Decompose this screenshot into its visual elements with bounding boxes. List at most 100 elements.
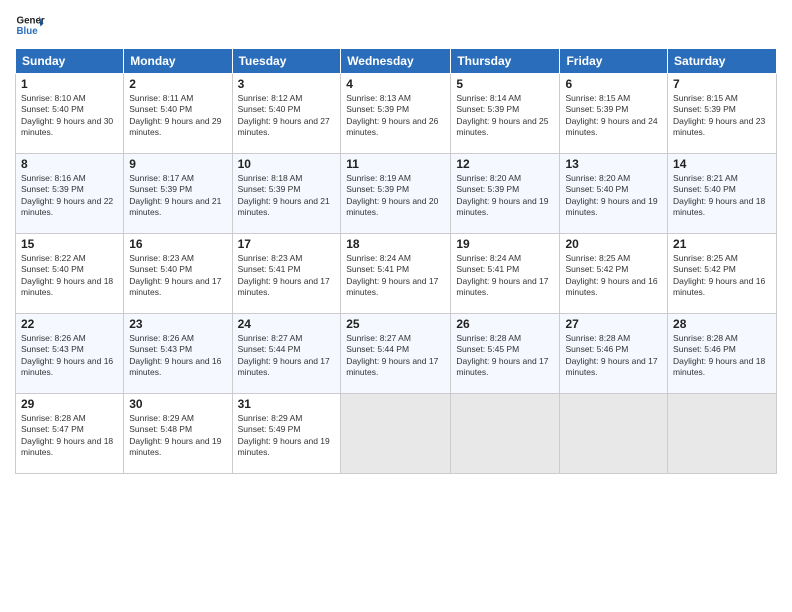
calendar-header-row: SundayMondayTuesdayWednesdayThursdayFrid… — [16, 49, 777, 74]
calendar-day-14: 14 Sunrise: 8:21 AMSunset: 5:40 PMDayligh… — [668, 154, 777, 234]
day-info: Sunrise: 8:10 AMSunset: 5:40 PMDaylight:… — [21, 93, 113, 137]
day-number: 23 — [129, 317, 226, 331]
day-info: Sunrise: 8:25 AMSunset: 5:42 PMDaylight:… — [673, 253, 765, 297]
day-number: 7 — [673, 77, 771, 91]
day-info: Sunrise: 8:20 AMSunset: 5:40 PMDaylight:… — [565, 173, 657, 217]
calendar-day-15: 15 Sunrise: 8:22 AMSunset: 5:40 PMDayligh… — [16, 234, 124, 314]
calendar-day-25: 25Sunrise: 8:27 AMSunset: 5:44 PMDayligh… — [341, 314, 451, 394]
day-number: 26 — [456, 317, 554, 331]
day-number: 31 — [238, 397, 336, 411]
day-number: 28 — [673, 317, 771, 331]
day-number: 2 — [129, 77, 226, 91]
calendar-week-3: 22Sunrise: 8:26 AMSunset: 5:43 PMDayligh… — [16, 314, 777, 394]
calendar-day-27: 27Sunrise: 8:28 AMSunset: 5:46 PMDayligh… — [560, 314, 668, 394]
day-header-thursday: Thursday — [451, 49, 560, 74]
calendar-day-2: 2 Sunrise: 8:11 AMSunset: 5:40 PMDaylight… — [124, 74, 232, 154]
calendar-day-20: 20Sunrise: 8:25 AMSunset: 5:42 PMDayligh… — [560, 234, 668, 314]
calendar-day-19: 19Sunrise: 8:24 AMSunset: 5:41 PMDayligh… — [451, 234, 560, 314]
day-info: Sunrise: 8:29 AMSunset: 5:49 PMDaylight:… — [238, 413, 330, 457]
day-info: Sunrise: 8:21 AMSunset: 5:40 PMDaylight:… — [673, 173, 765, 217]
day-info: Sunrise: 8:14 AMSunset: 5:39 PMDaylight:… — [456, 93, 548, 137]
day-info: Sunrise: 8:28 AMSunset: 5:46 PMDaylight:… — [673, 333, 765, 377]
calendar-day-8: 8 Sunrise: 8:16 AMSunset: 5:39 PMDaylight… — [16, 154, 124, 234]
calendar-day-29: 29 Sunrise: 8:28 AMSunset: 5:47 PMDayligh… — [16, 394, 124, 474]
day-number: 9 — [129, 157, 226, 171]
day-info: Sunrise: 8:19 AMSunset: 5:39 PMDaylight:… — [346, 173, 438, 217]
calendar-day-4: 4 Sunrise: 8:13 AMSunset: 5:39 PMDaylight… — [341, 74, 451, 154]
day-header-friday: Friday — [560, 49, 668, 74]
day-number: 29 — [21, 397, 118, 411]
calendar-day-11: 11 Sunrise: 8:19 AMSunset: 5:39 PMDayligh… — [341, 154, 451, 234]
day-header-saturday: Saturday — [668, 49, 777, 74]
day-number: 30 — [129, 397, 226, 411]
day-info: Sunrise: 8:27 AMSunset: 5:44 PMDaylight:… — [238, 333, 330, 377]
day-info: Sunrise: 8:23 AMSunset: 5:40 PMDaylight:… — [129, 253, 221, 297]
calendar-day-1: 1Sunrise: 8:10 AMSunset: 5:40 PMDaylight… — [16, 74, 124, 154]
day-number: 11 — [346, 157, 445, 171]
day-info: Sunrise: 8:28 AMSunset: 5:45 PMDaylight:… — [456, 333, 548, 377]
calendar-day-9: 9 Sunrise: 8:17 AMSunset: 5:39 PMDaylight… — [124, 154, 232, 234]
calendar-day-13: 13 Sunrise: 8:20 AMSunset: 5:40 PMDayligh… — [560, 154, 668, 234]
day-number: 3 — [238, 77, 336, 91]
day-info: Sunrise: 8:23 AMSunset: 5:41 PMDaylight:… — [238, 253, 330, 297]
day-info: Sunrise: 8:25 AMSunset: 5:42 PMDaylight:… — [565, 253, 657, 297]
day-header-wednesday: Wednesday — [341, 49, 451, 74]
calendar-day-12: 12 Sunrise: 8:20 AMSunset: 5:39 PMDayligh… — [451, 154, 560, 234]
calendar-day-24: 24 Sunrise: 8:27 AMSunset: 5:44 PMDayligh… — [232, 314, 341, 394]
calendar-week-2: 15 Sunrise: 8:22 AMSunset: 5:40 PMDayligh… — [16, 234, 777, 314]
calendar-day-22: 22Sunrise: 8:26 AMSunset: 5:43 PMDayligh… — [16, 314, 124, 394]
day-number: 5 — [456, 77, 554, 91]
day-info: Sunrise: 8:28 AMSunset: 5:46 PMDaylight:… — [565, 333, 657, 377]
calendar-week-4: 29 Sunrise: 8:28 AMSunset: 5:47 PMDayligh… — [16, 394, 777, 474]
day-number: 13 — [565, 157, 662, 171]
day-info: Sunrise: 8:16 AMSunset: 5:39 PMDaylight:… — [21, 173, 113, 217]
day-number: 18 — [346, 237, 445, 251]
calendar-day-10: 10Sunrise: 8:18 AMSunset: 5:39 PMDayligh… — [232, 154, 341, 234]
day-info: Sunrise: 8:15 AMSunset: 5:39 PMDaylight:… — [565, 93, 657, 137]
day-number: 8 — [21, 157, 118, 171]
day-number: 6 — [565, 77, 662, 91]
calendar-day-5: 5 Sunrise: 8:14 AMSunset: 5:39 PMDaylight… — [451, 74, 560, 154]
day-number: 19 — [456, 237, 554, 251]
day-number: 16 — [129, 237, 226, 251]
calendar-day-30: 30 Sunrise: 8:29 AMSunset: 5:48 PMDayligh… — [124, 394, 232, 474]
day-number: 17 — [238, 237, 336, 251]
day-info: Sunrise: 8:28 AMSunset: 5:47 PMDaylight:… — [21, 413, 113, 457]
calendar-body: 1Sunrise: 8:10 AMSunset: 5:40 PMDaylight… — [16, 74, 777, 474]
calendar-day-31: 31 Sunrise: 8:29 AMSunset: 5:49 PMDayligh… — [232, 394, 341, 474]
day-info: Sunrise: 8:24 AMSunset: 5:41 PMDaylight:… — [346, 253, 438, 297]
logo: General Blue — [15, 10, 45, 40]
day-info: Sunrise: 8:11 AMSunset: 5:40 PMDaylight:… — [129, 93, 221, 137]
day-number: 24 — [238, 317, 336, 331]
day-info: Sunrise: 8:20 AMSunset: 5:39 PMDaylight:… — [456, 173, 548, 217]
calendar-day-28: 28 Sunrise: 8:28 AMSunset: 5:46 PMDayligh… — [668, 314, 777, 394]
svg-text:Blue: Blue — [17, 26, 39, 37]
calendar-week-0: 1Sunrise: 8:10 AMSunset: 5:40 PMDaylight… — [16, 74, 777, 154]
day-info: Sunrise: 8:29 AMSunset: 5:48 PMDaylight:… — [129, 413, 221, 457]
day-number: 4 — [346, 77, 445, 91]
day-number: 21 — [673, 237, 771, 251]
day-number: 25 — [346, 317, 445, 331]
calendar-day-7: 7 Sunrise: 8:15 AMSunset: 5:39 PMDaylight… — [668, 74, 777, 154]
calendar-day-18: 18 Sunrise: 8:24 AMSunset: 5:41 PMDayligh… — [341, 234, 451, 314]
calendar-table: SundayMondayTuesdayWednesdayThursdayFrid… — [15, 48, 777, 474]
page-container: General Blue SundayMondayTuesdayWednesda… — [0, 0, 792, 612]
calendar-day-empty — [560, 394, 668, 474]
calendar-week-1: 8 Sunrise: 8:16 AMSunset: 5:39 PMDaylight… — [16, 154, 777, 234]
day-info: Sunrise: 8:26 AMSunset: 5:43 PMDaylight:… — [129, 333, 221, 377]
day-info: Sunrise: 8:15 AMSunset: 5:39 PMDaylight:… — [673, 93, 765, 137]
day-info: Sunrise: 8:17 AMSunset: 5:39 PMDaylight:… — [129, 173, 221, 217]
day-header-sunday: Sunday — [16, 49, 124, 74]
calendar-day-6: 6 Sunrise: 8:15 AMSunset: 5:39 PMDaylight… — [560, 74, 668, 154]
day-number: 12 — [456, 157, 554, 171]
day-info: Sunrise: 8:26 AMSunset: 5:43 PMDaylight:… — [21, 333, 113, 377]
day-number: 14 — [673, 157, 771, 171]
day-info: Sunrise: 8:13 AMSunset: 5:39 PMDaylight:… — [346, 93, 438, 137]
calendar-day-empty — [451, 394, 560, 474]
day-number: 15 — [21, 237, 118, 251]
day-info: Sunrise: 8:18 AMSunset: 5:39 PMDaylight:… — [238, 173, 330, 217]
calendar-day-21: 21 Sunrise: 8:25 AMSunset: 5:42 PMDayligh… — [668, 234, 777, 314]
day-header-tuesday: Tuesday — [232, 49, 341, 74]
calendar-day-17: 17 Sunrise: 8:23 AMSunset: 5:41 PMDayligh… — [232, 234, 341, 314]
day-info: Sunrise: 8:22 AMSunset: 5:40 PMDaylight:… — [21, 253, 113, 297]
